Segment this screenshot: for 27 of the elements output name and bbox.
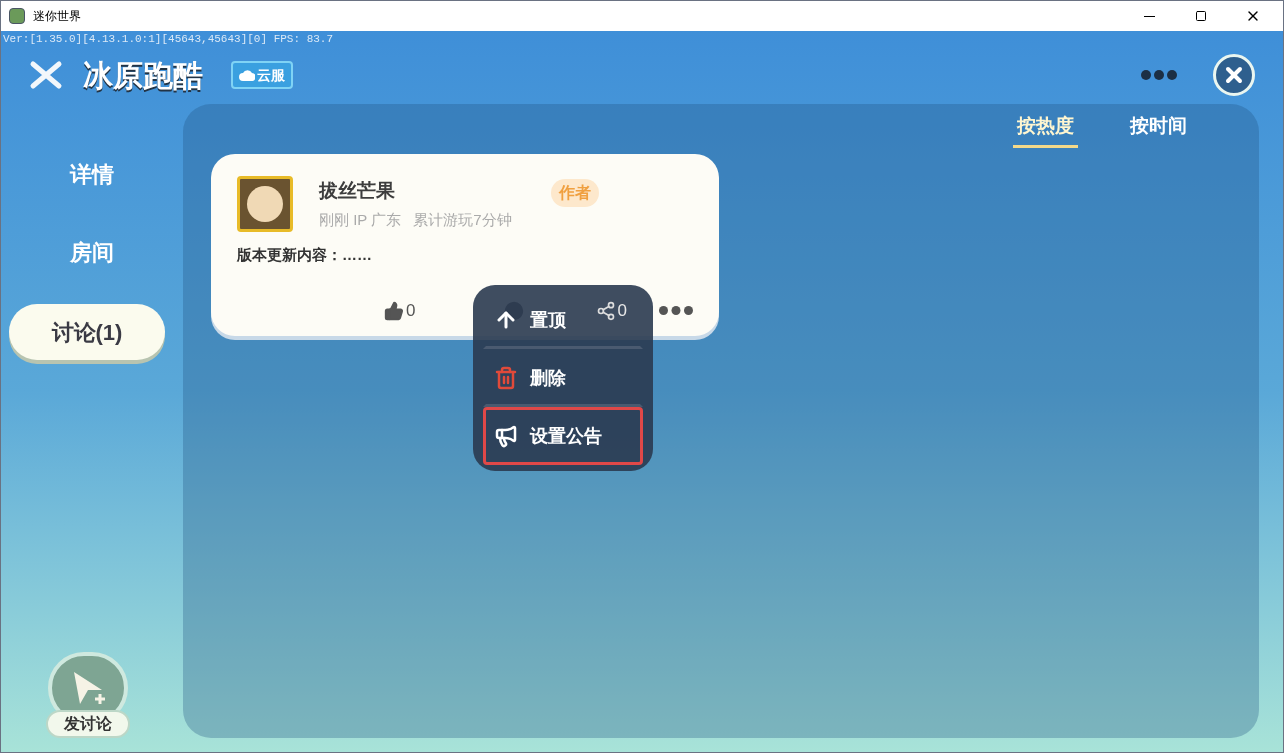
window-title: 迷你世界: [33, 8, 81, 24]
menu-item[interactable]: 删除: [483, 349, 643, 407]
sort-tab[interactable]: 按时间: [1126, 112, 1191, 148]
debug-info: Ver:[1.35.0][4.13.1.0:1][45643,45643][0] FPS: 83.7: [2, 32, 334, 46]
author-name: 拔丝芒果: [319, 178, 396, 203]
share-count: 0: [617, 300, 627, 322]
post-meta: 刚刚 IP 广东: [319, 210, 402, 230]
playtime: 累计游玩7分钟: [413, 210, 512, 230]
sort-tab[interactable]: 按热度: [1013, 112, 1078, 148]
maximize-icon: [1195, 10, 1207, 22]
share-icon[interactable]: [595, 300, 616, 321]
trash-icon: [494, 366, 518, 390]
minimize-icon: [1143, 15, 1155, 17]
app-icon: [9, 8, 25, 24]
author-tag: 作者: [551, 178, 599, 207]
megaphone-icon: [494, 424, 518, 448]
post-content: 版本更新内容：……: [237, 244, 373, 265]
menu-item[interactable]: 设置公告: [483, 407, 643, 465]
cloud-server-badge: 云服: [231, 61, 293, 89]
more-icon[interactable]: [1141, 70, 1177, 80]
more-options-icon[interactable]: [659, 306, 693, 316]
thumbs-up-icon[interactable]: [384, 300, 405, 321]
cloud-icon: [239, 69, 255, 81]
like-count: 0: [406, 300, 416, 322]
game-title: 冰原跑酷: [83, 57, 203, 94]
avatar: [237, 175, 293, 232]
close-icon[interactable]: [1213, 54, 1255, 96]
